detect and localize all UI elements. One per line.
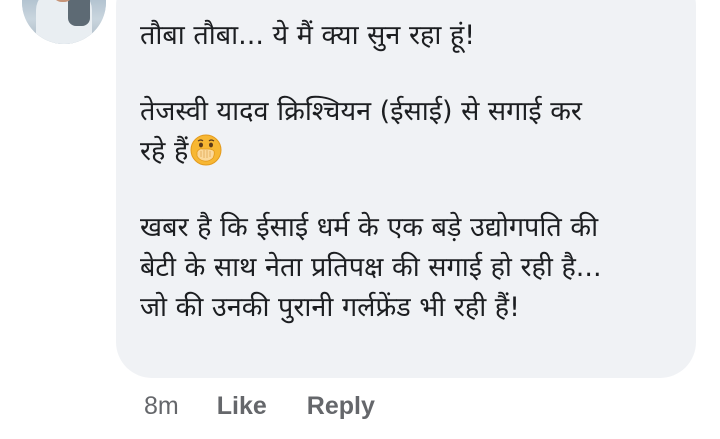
comment-line-with-emoji: रहे हैं — [140, 132, 680, 172]
reply-button[interactable]: Reply — [307, 392, 375, 421]
comment-paragraph-3: खबर है कि ईसाई धर्म के एक बड़े उद्योगपति… — [140, 208, 680, 328]
comment-timestamp[interactable]: 8m — [144, 392, 179, 421]
comment-line: रहे हैं — [140, 136, 189, 167]
comment-line: बेटी के साथ नेता प्रतिपक्ष की सगाई हो रह… — [140, 252, 602, 283]
avatar[interactable] — [22, 0, 106, 44]
like-button[interactable]: Like — [217, 392, 267, 421]
comment-paragraph-1: तौबा तौबा... ये मैं क्या सुन रहा हूं! — [140, 16, 680, 56]
comment-line: तेजस्वी यादव क्रिश्चियन (ईसाई) से सगाई क… — [140, 96, 582, 127]
comment-text: तौबा तौबा... ये मैं क्या सुन रहा हूं! ते… — [140, 16, 680, 328]
comment-actions: 8m Like Reply — [144, 392, 375, 421]
face-with-hand-over-mouth-icon — [190, 134, 222, 166]
comment-line: तौबा तौबा... ये मैं क्या सुन रहा हूं! — [140, 20, 476, 51]
comment-screen: तौबा तौबा... ये मैं क्या सुन रहा हूं! ते… — [0, 0, 720, 439]
comment-line: जो की उनकी पुरानी गर्लफ्रेंड भी रही हैं! — [140, 292, 520, 323]
comment-line: खबर है कि ईसाई धर्म के एक बड़े उद्योगपति… — [140, 212, 599, 243]
comment-paragraph-2: तेजस्वी यादव क्रिश्चियन (ईसाई) से सगाई क… — [140, 92, 680, 172]
